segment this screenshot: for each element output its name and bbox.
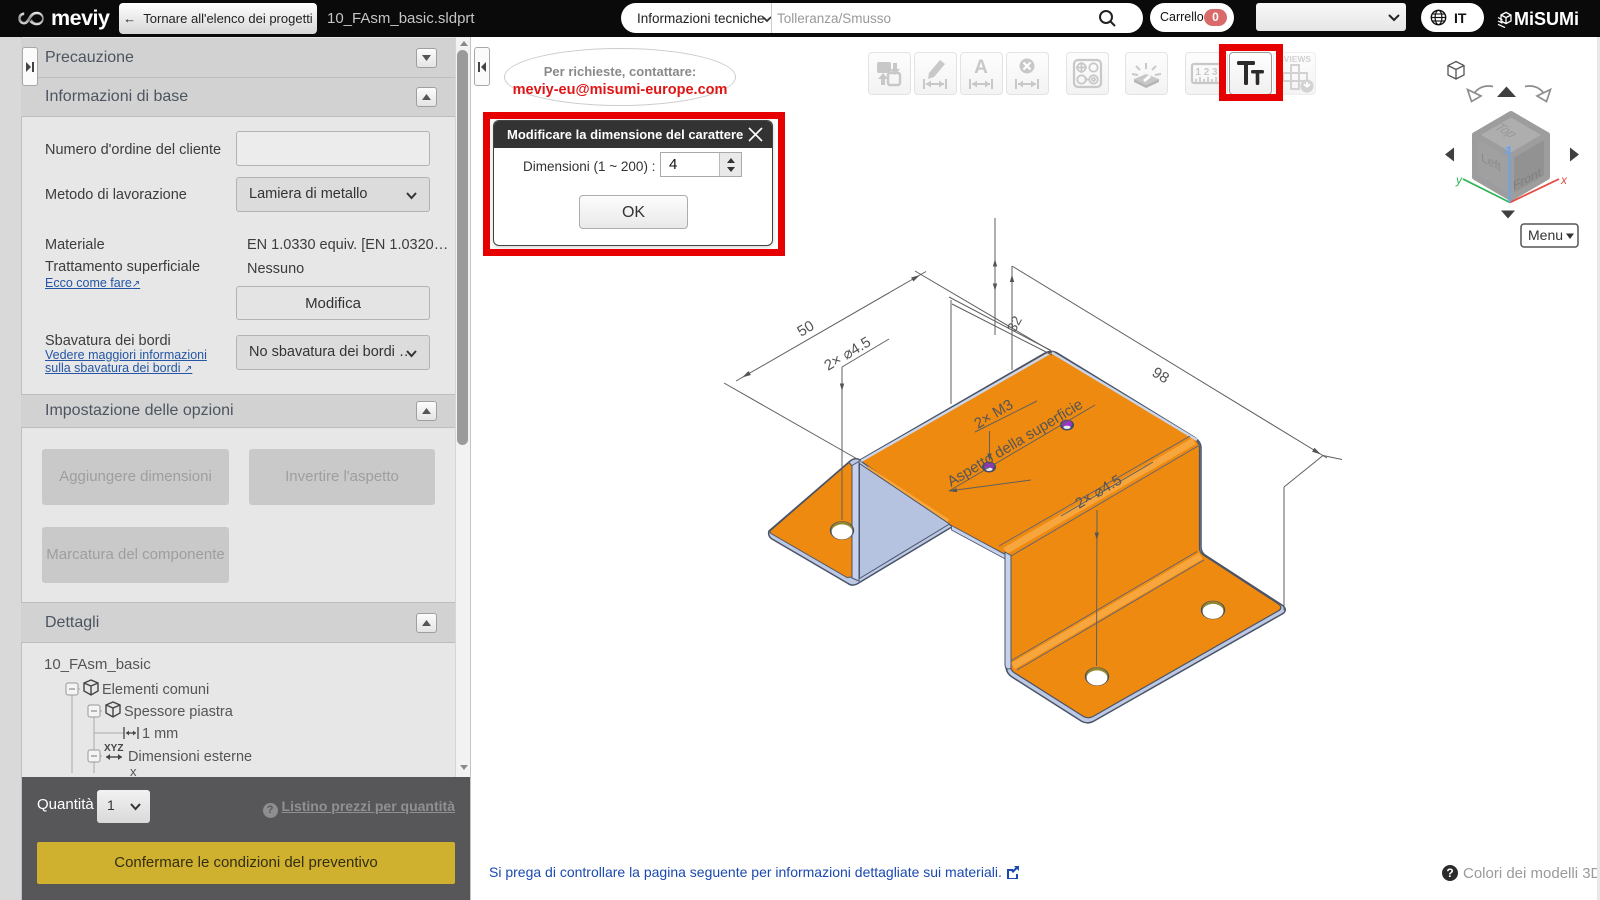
svg-text:1 2 3: 1 2 3 bbox=[1195, 67, 1218, 78]
svg-text:A: A bbox=[974, 57, 988, 78]
svg-text:2× ⌀4.5: 2× ⌀4.5 bbox=[821, 334, 874, 375]
svg-text:x: x bbox=[130, 764, 137, 777]
svg-text:32: 32 bbox=[1004, 313, 1026, 334]
svg-text:Menu: Menu bbox=[1528, 227, 1563, 243]
svg-text:Spessore piastra: Spessore piastra bbox=[124, 704, 234, 720]
svg-text:XYZ: XYZ bbox=[104, 743, 123, 754]
svg-text:6VIEWS: 6VIEWS bbox=[1279, 54, 1311, 64]
svg-text:98: 98 bbox=[1149, 364, 1172, 387]
svg-text:y: y bbox=[1455, 173, 1463, 187]
svg-text:50: 50 bbox=[794, 317, 817, 340]
svg-text:x: x bbox=[1560, 173, 1568, 187]
svg-text:z: z bbox=[1503, 144, 1510, 156]
svg-text:1 mm: 1 mm bbox=[142, 726, 178, 742]
svg-text:Dimensioni esterne: Dimensioni esterne bbox=[128, 749, 252, 765]
svg-text:Elementi comuni: Elementi comuni bbox=[102, 682, 209, 698]
